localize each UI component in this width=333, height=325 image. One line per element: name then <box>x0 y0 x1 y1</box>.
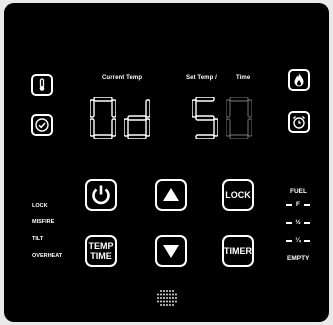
fuel-level-quarter: ¼ <box>286 237 310 244</box>
fuel-level-full: F <box>286 201 310 208</box>
segment-c <box>145 118 150 137</box>
set-temp-label: Set Temp / <box>186 75 217 81</box>
display-digit-3 <box>158 97 184 139</box>
fuel-level-half-label: ½ <box>295 219 301 226</box>
fuel-level-quarter-label: ¼ <box>295 237 301 244</box>
control-panel: Current Temp Set Temp / Time LOCK MISFIR… <box>4 3 329 322</box>
arrow-up-icon <box>163 188 179 201</box>
timer-button[interactable]: TIMER <box>222 235 254 267</box>
segment-b <box>247 99 252 118</box>
display-digit-5 <box>226 97 252 139</box>
status-tilt: TILT <box>32 236 44 242</box>
segment-c <box>111 118 116 137</box>
display-digit-1 <box>90 97 116 139</box>
flame-icon <box>288 69 310 91</box>
segment-e <box>90 118 95 137</box>
segment-e <box>124 118 129 137</box>
time-label: Time <box>236 75 251 81</box>
lock-button-label: LOCK <box>225 190 251 200</box>
speaker-grille-icon <box>157 290 177 306</box>
power-button[interactable] <box>85 179 117 211</box>
temp-time-label-line2: TIME <box>90 251 112 261</box>
fuel-empty-label: EMPTY <box>287 255 310 262</box>
segment-a <box>229 97 249 102</box>
segment-g <box>127 115 147 121</box>
segment-b <box>145 99 150 118</box>
status-misfire: MISFIRE <box>32 219 55 225</box>
fuel-level-half: ½ <box>286 219 310 226</box>
segment-f <box>90 99 95 118</box>
check-circle-icon <box>31 114 53 136</box>
timer-button-label: TIMER <box>224 246 252 256</box>
power-icon <box>92 185 110 205</box>
temp-time-label-line1: TEMP <box>88 241 114 251</box>
status-overheat: OVERHEAT <box>32 253 63 259</box>
segment-d <box>195 134 215 139</box>
segment-d <box>127 134 147 139</box>
fuel-level-full-label: F <box>296 201 300 208</box>
segment-c <box>247 118 252 137</box>
display-digit-2 <box>124 99 150 139</box>
segment-c <box>213 118 218 137</box>
alarm-clock-icon <box>288 111 310 133</box>
current-temp-label: Current Temp <box>102 75 143 81</box>
fuel-title: FUEL <box>290 188 307 195</box>
segment-a <box>195 97 215 102</box>
temp-up-button[interactable] <box>155 179 187 211</box>
lock-button[interactable]: LOCK <box>222 179 254 211</box>
status-lock: LOCK <box>32 203 48 209</box>
display-digit-4 <box>192 97 218 139</box>
segment-d <box>229 134 249 139</box>
segment-f <box>226 99 231 118</box>
temp-time-button[interactable]: TEMP TIME <box>85 235 117 267</box>
segment-d <box>93 134 113 139</box>
segment-f <box>192 99 197 118</box>
arrow-down-icon <box>163 245 179 258</box>
segment-g <box>195 115 215 121</box>
thermometer-icon <box>31 74 53 96</box>
segment-e <box>226 118 231 137</box>
segment-b <box>111 99 116 118</box>
temp-down-button[interactable] <box>155 235 187 267</box>
segment-a <box>93 97 113 102</box>
